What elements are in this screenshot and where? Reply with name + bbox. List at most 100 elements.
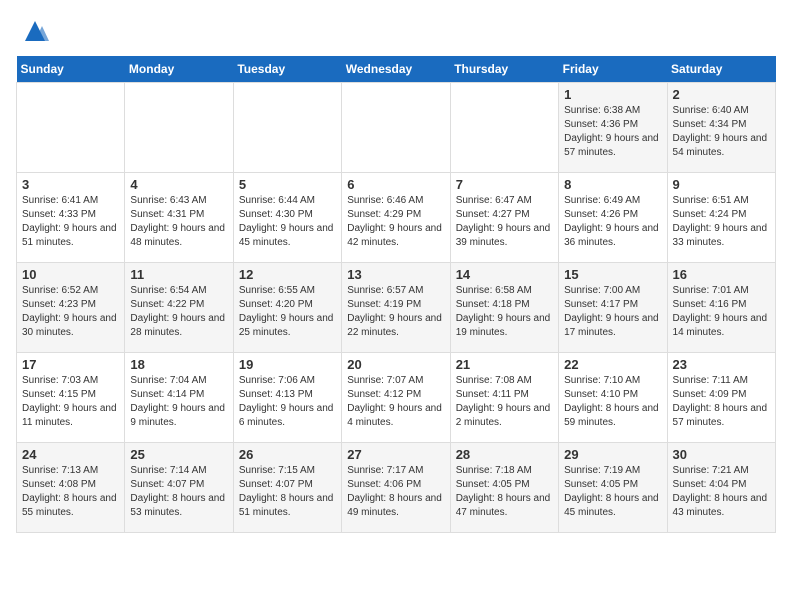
day-info: Sunrise: 6:49 AM Sunset: 4:26 PM Dayligh… bbox=[564, 194, 661, 250]
day-cell: 22Sunrise: 7:10 AM Sunset: 4:10 PM Dayli… bbox=[559, 353, 667, 443]
day-info: Sunrise: 6:51 AM Sunset: 4:24 PM Dayligh… bbox=[673, 194, 770, 250]
day-number: 20 bbox=[347, 357, 444, 372]
day-number: 18 bbox=[130, 357, 227, 372]
day-cell: 25Sunrise: 7:14 AM Sunset: 4:07 PM Dayli… bbox=[125, 443, 233, 533]
day-number: 14 bbox=[456, 267, 553, 282]
day-cell bbox=[233, 83, 341, 173]
day-info: Sunrise: 6:55 AM Sunset: 4:20 PM Dayligh… bbox=[239, 284, 336, 340]
day-cell: 28 Sunrise: 7:18 AM Sunset: 4:05 PM Dayli… bbox=[450, 443, 558, 533]
day-info: Sunrise: 6:54 AM Sunset: 4:22 PM Dayligh… bbox=[130, 284, 227, 340]
day-cell: 24 Sunrise: 7:13 AM Sunset: 4:08 PM Dayli… bbox=[17, 443, 125, 533]
day-number: 21 bbox=[456, 357, 553, 372]
logo-icon bbox=[20, 16, 50, 46]
day-cell: 19 Sunrise: 7:06 AM Sunset: 4:13 PM Dayli… bbox=[233, 353, 341, 443]
day-number: 26 bbox=[239, 447, 336, 462]
day-number: 16 bbox=[673, 267, 770, 282]
day-info: Sunrise: 7:17 AM Sunset: 4:06 PM Dayligh… bbox=[347, 464, 444, 520]
week-row-3: 10 Sunrise: 6:52 AM Sunset: 4:23 PM Dayli… bbox=[17, 263, 776, 353]
day-number: 3 bbox=[22, 177, 119, 192]
day-cell: 14 Sunrise: 6:58 AM Sunset: 4:18 PM Dayli… bbox=[450, 263, 558, 353]
day-cell: 26 Sunrise: 7:15 AM Sunset: 4:07 PM Dayli… bbox=[233, 443, 341, 533]
header-cell-sunday: Sunday bbox=[17, 56, 125, 83]
day-info: Sunrise: 7:10 AM Sunset: 4:10 PM Dayligh… bbox=[564, 374, 661, 430]
day-number: 12 bbox=[239, 267, 336, 282]
day-number: 29 bbox=[564, 447, 661, 462]
day-cell bbox=[125, 83, 233, 173]
day-number: 6 bbox=[347, 177, 444, 192]
day-info: Sunrise: 6:47 AM Sunset: 4:27 PM Dayligh… bbox=[456, 194, 553, 250]
day-info: Sunrise: 7:01 AM Sunset: 4:16 PM Dayligh… bbox=[673, 284, 770, 340]
week-row-2: 3Sunrise: 6:41 AM Sunset: 4:33 PM Daylig… bbox=[17, 173, 776, 263]
day-cell: 21Sunrise: 7:08 AM Sunset: 4:11 PM Dayli… bbox=[450, 353, 558, 443]
day-info: Sunrise: 7:19 AM Sunset: 4:05 PM Dayligh… bbox=[564, 464, 661, 520]
day-info: Sunrise: 6:43 AM Sunset: 4:31 PM Dayligh… bbox=[130, 194, 227, 250]
day-number: 30 bbox=[673, 447, 770, 462]
day-number: 15 bbox=[564, 267, 661, 282]
day-cell: 12 Sunrise: 6:55 AM Sunset: 4:20 PM Dayli… bbox=[233, 263, 341, 353]
day-cell: 30Sunrise: 7:21 AM Sunset: 4:04 PM Dayli… bbox=[667, 443, 775, 533]
day-info: Sunrise: 7:03 AM Sunset: 4:15 PM Dayligh… bbox=[22, 374, 119, 430]
day-info: Sunrise: 6:38 AM Sunset: 4:36 PM Dayligh… bbox=[564, 104, 661, 160]
day-info: Sunrise: 7:06 AM Sunset: 4:13 PM Dayligh… bbox=[239, 374, 336, 430]
day-cell bbox=[450, 83, 558, 173]
day-cell: 7 Sunrise: 6:47 AM Sunset: 4:27 PM Daylig… bbox=[450, 173, 558, 263]
calendar-table: SundayMondayTuesdayWednesdayThursdayFrid… bbox=[16, 56, 776, 533]
day-number: 28 bbox=[456, 447, 553, 462]
calendar-header: SundayMondayTuesdayWednesdayThursdayFrid… bbox=[17, 56, 776, 83]
day-cell: 16 Sunrise: 7:01 AM Sunset: 4:16 PM Dayli… bbox=[667, 263, 775, 353]
day-number: 24 bbox=[22, 447, 119, 462]
day-cell: 3Sunrise: 6:41 AM Sunset: 4:33 PM Daylig… bbox=[17, 173, 125, 263]
day-info: Sunrise: 7:18 AM Sunset: 4:05 PM Dayligh… bbox=[456, 464, 553, 520]
day-cell: 1 Sunrise: 6:38 AM Sunset: 4:36 PM Daylig… bbox=[559, 83, 667, 173]
day-cell: 8 Sunrise: 6:49 AM Sunset: 4:26 PM Daylig… bbox=[559, 173, 667, 263]
day-cell: 23Sunrise: 7:11 AM Sunset: 4:09 PM Dayli… bbox=[667, 353, 775, 443]
day-cell bbox=[342, 83, 450, 173]
day-info: Sunrise: 7:13 AM Sunset: 4:08 PM Dayligh… bbox=[22, 464, 119, 520]
day-info: Sunrise: 6:40 AM Sunset: 4:34 PM Dayligh… bbox=[673, 104, 770, 160]
header-cell-tuesday: Tuesday bbox=[233, 56, 341, 83]
calendar-body: 1 Sunrise: 6:38 AM Sunset: 4:36 PM Daylig… bbox=[17, 83, 776, 533]
header-cell-friday: Friday bbox=[559, 56, 667, 83]
day-info: Sunrise: 6:52 AM Sunset: 4:23 PM Dayligh… bbox=[22, 284, 119, 340]
day-number: 19 bbox=[239, 357, 336, 372]
day-number: 11 bbox=[130, 267, 227, 282]
day-info: Sunrise: 7:14 AM Sunset: 4:07 PM Dayligh… bbox=[130, 464, 227, 520]
day-number: 10 bbox=[22, 267, 119, 282]
day-number: 13 bbox=[347, 267, 444, 282]
day-info: Sunrise: 6:44 AM Sunset: 4:30 PM Dayligh… bbox=[239, 194, 336, 250]
day-info: Sunrise: 7:07 AM Sunset: 4:12 PM Dayligh… bbox=[347, 374, 444, 430]
day-cell: 17 Sunrise: 7:03 AM Sunset: 4:15 PM Dayli… bbox=[17, 353, 125, 443]
day-cell: 29 Sunrise: 7:19 AM Sunset: 4:05 PM Dayli… bbox=[559, 443, 667, 533]
day-cell: 6 Sunrise: 6:46 AM Sunset: 4:29 PM Daylig… bbox=[342, 173, 450, 263]
header-cell-monday: Monday bbox=[125, 56, 233, 83]
header-cell-wednesday: Wednesday bbox=[342, 56, 450, 83]
day-cell: 5Sunrise: 6:44 AM Sunset: 4:30 PM Daylig… bbox=[233, 173, 341, 263]
day-number: 17 bbox=[22, 357, 119, 372]
day-cell: 9 Sunrise: 6:51 AM Sunset: 4:24 PM Daylig… bbox=[667, 173, 775, 263]
day-number: 9 bbox=[673, 177, 770, 192]
day-info: Sunrise: 7:15 AM Sunset: 4:07 PM Dayligh… bbox=[239, 464, 336, 520]
week-row-1: 1 Sunrise: 6:38 AM Sunset: 4:36 PM Daylig… bbox=[17, 83, 776, 173]
week-row-4: 17 Sunrise: 7:03 AM Sunset: 4:15 PM Dayli… bbox=[17, 353, 776, 443]
day-cell: 20 Sunrise: 7:07 AM Sunset: 4:12 PM Dayli… bbox=[342, 353, 450, 443]
day-cell: 10 Sunrise: 6:52 AM Sunset: 4:23 PM Dayli… bbox=[17, 263, 125, 353]
header-cell-thursday: Thursday bbox=[450, 56, 558, 83]
day-number: 8 bbox=[564, 177, 661, 192]
day-number: 23 bbox=[673, 357, 770, 372]
page-header bbox=[16, 16, 776, 46]
day-info: Sunrise: 7:04 AM Sunset: 4:14 PM Dayligh… bbox=[130, 374, 227, 430]
day-cell: 11 Sunrise: 6:54 AM Sunset: 4:22 PM Dayli… bbox=[125, 263, 233, 353]
day-cell: 2Sunrise: 6:40 AM Sunset: 4:34 PM Daylig… bbox=[667, 83, 775, 173]
day-number: 1 bbox=[564, 87, 661, 102]
day-cell: 13 Sunrise: 6:57 AM Sunset: 4:19 PM Dayli… bbox=[342, 263, 450, 353]
day-number: 4 bbox=[130, 177, 227, 192]
day-number: 7 bbox=[456, 177, 553, 192]
day-cell: 4 Sunrise: 6:43 AM Sunset: 4:31 PM Daylig… bbox=[125, 173, 233, 263]
day-cell: 18 Sunrise: 7:04 AM Sunset: 4:14 PM Dayli… bbox=[125, 353, 233, 443]
day-info: Sunrise: 6:46 AM Sunset: 4:29 PM Dayligh… bbox=[347, 194, 444, 250]
day-info: Sunrise: 6:57 AM Sunset: 4:19 PM Dayligh… bbox=[347, 284, 444, 340]
logo bbox=[16, 16, 50, 46]
day-info: Sunrise: 6:58 AM Sunset: 4:18 PM Dayligh… bbox=[456, 284, 553, 340]
header-row: SundayMondayTuesdayWednesdayThursdayFrid… bbox=[17, 56, 776, 83]
header-cell-saturday: Saturday bbox=[667, 56, 775, 83]
